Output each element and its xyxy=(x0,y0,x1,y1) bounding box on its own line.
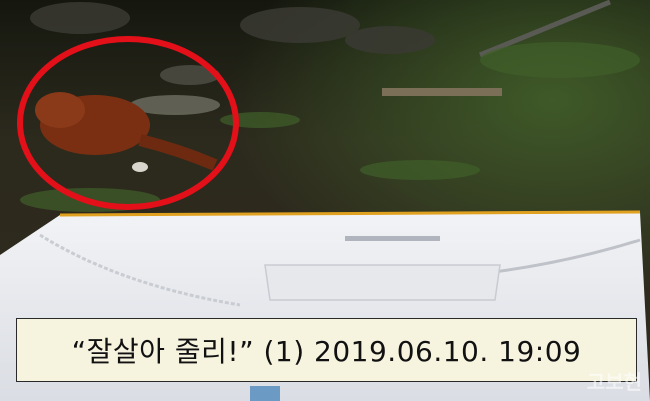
wooden-board xyxy=(382,88,502,96)
caption-text: “잘살아 줄리!” (1) 2019.06.10. 19:09 xyxy=(71,335,582,368)
photo-scene: “잘살아 줄리!” (1) 2019.06.10. 19:09 고보현 xyxy=(0,0,650,401)
watermark: 고보현 xyxy=(586,370,642,394)
caption-box: “잘살아 줄리!” (1) 2019.06.10. 19:09 xyxy=(16,318,637,382)
tag xyxy=(250,386,280,401)
